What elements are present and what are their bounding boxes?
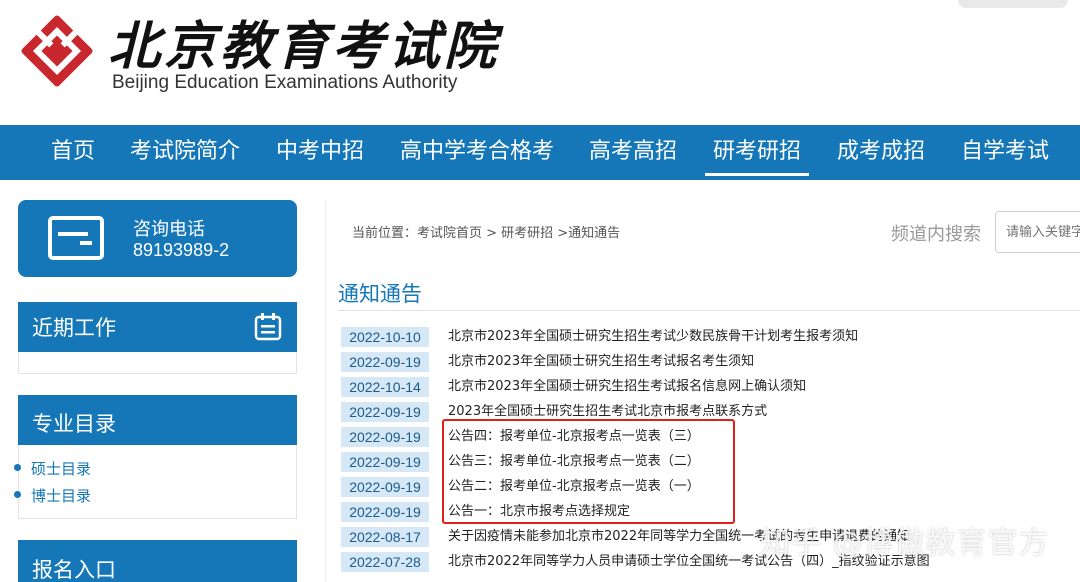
signup-header[interactable]: 报名入口 — [18, 540, 297, 582]
item-date: 2022-08-17 — [341, 527, 429, 547]
item-date: 2022-09-19 — [341, 402, 429, 422]
top-right-tab — [958, 0, 1068, 8]
highlight-box — [442, 419, 735, 524]
search-input[interactable] — [995, 211, 1080, 253]
section-divider — [338, 310, 1080, 311]
item-date: 2022-09-19 — [341, 477, 429, 497]
signup-title: 报名入口 — [32, 558, 116, 582]
nav-item-xuekao[interactable]: 高中学考合格考 — [400, 125, 554, 180]
recent-work-body — [18, 352, 297, 374]
watermark: 知乎 @博傲教育官方 — [760, 526, 1050, 561]
logo-diamond-icon[interactable] — [16, 10, 98, 92]
nav-item-zhongkao[interactable]: 中考中招 — [276, 125, 364, 180]
item-date: 2022-10-14 — [341, 377, 429, 397]
item-date: 2022-10-10 — [341, 327, 429, 347]
hotline-title: 咨询电话 — [133, 219, 205, 240]
site-header: 北京教育考试院 Beijing Education Examinations A… — [0, 0, 1080, 125]
nav-item-yankao[interactable]: 研考研招 — [704, 125, 810, 180]
bullet-icon — [14, 491, 21, 498]
catalog-header[interactable]: 专业目录 — [18, 395, 297, 445]
breadcrumb[interactable]: 当前位置：考试院首页 > 研考研招 >通知通告 — [352, 222, 620, 241]
logo-chinese-title: 北京教育考试院 — [108, 16, 501, 77]
recent-work-header[interactable]: 近期工作 — [18, 302, 297, 352]
nav-item-about[interactable]: 考试院简介 — [130, 125, 240, 180]
catalog-link-label: 博士目录 — [31, 487, 92, 505]
item-title[interactable]: 北京市2023年全国硕士研究生招生考试报名考生须知 — [448, 353, 754, 371]
item-date: 2022-09-19 — [341, 352, 429, 372]
search-label: 频道内搜索 — [891, 224, 981, 245]
id-card-icon — [48, 216, 104, 260]
hotline-phone: 89193989-2 — [133, 240, 230, 260]
calendar-icon — [254, 313, 282, 341]
recent-work-title: 近期工作 — [32, 316, 116, 340]
catalog-link-label: 硕士目录 — [31, 460, 92, 478]
item-date: 2022-09-19 — [341, 502, 429, 522]
nav-item-home[interactable]: 首页 — [51, 125, 95, 180]
nav-item-zikao[interactable]: 自学考试 — [961, 125, 1049, 180]
item-date: 2022-07-28 — [341, 552, 429, 572]
catalog-link-doctor[interactable]: 博士目录 — [14, 485, 91, 506]
main-nav: 首页 考试院简介 中考中招 高中学考合格考 高考高招 研考研招 成考成招 自学考… — [0, 125, 1080, 180]
catalog-body — [18, 445, 297, 519]
nav-item-gaokao[interactable]: 高考高招 — [589, 125, 677, 180]
catalog-title: 专业目录 — [32, 412, 116, 436]
item-title[interactable]: 北京市2023年全国硕士研究生招生考试报名信息网上确认须知 — [448, 378, 806, 396]
logo-english-title: Beijing Education Examinations Authority — [112, 72, 458, 93]
section-title: 通知通告 — [338, 282, 422, 306]
nav-item-chengkao[interactable]: 成考成招 — [837, 125, 925, 180]
item-date: 2022-09-19 — [341, 427, 429, 447]
item-title[interactable]: 北京市2023年全国硕士研究生招生考试少数民族骨干计划考生报考须知 — [448, 328, 858, 346]
hotline-card[interactable]: 咨询电话 89193989-2 — [18, 200, 297, 277]
item-date: 2022-09-19 — [341, 452, 429, 472]
catalog-link-master[interactable]: 硕士目录 — [14, 458, 91, 479]
bullet-icon — [14, 464, 21, 471]
